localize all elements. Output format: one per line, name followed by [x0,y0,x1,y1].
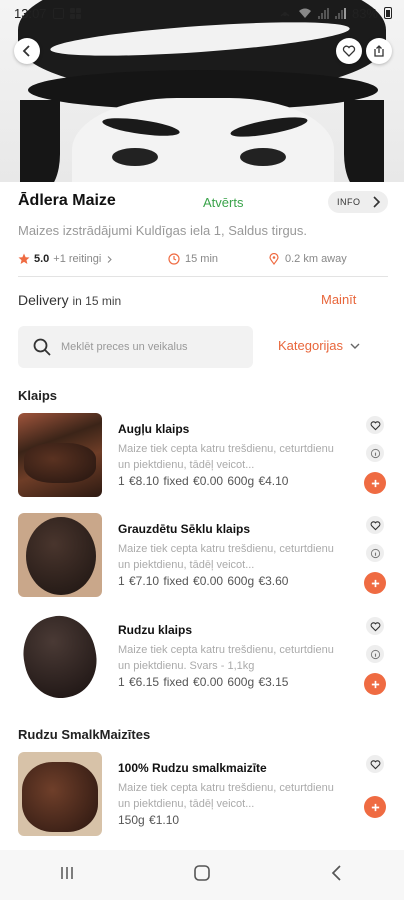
search-icon [33,338,51,356]
product-card[interactable]: 100% Rudzu smalkmaizīte Maize tiek cepta… [18,752,388,838]
store-description: Maizes izstrādājumi Kuldīgas iela 1, Sal… [18,223,308,238]
favorite-store-button[interactable] [336,38,362,64]
product-price: 1 €6.15 fixed €0.00 600g €3.15 [118,675,289,689]
product-description: Maize tiek cepta katru trešdienu, ceturt… [118,443,334,471]
plus-icon [371,479,379,487]
signal-icon [317,7,329,19]
section-title: Rudzu SmalkMaizītes [18,727,151,742]
product-name: Grauzdētu Sēklu klaips [118,522,251,536]
info-icon [370,649,380,659]
wifi-icon [298,8,311,18]
section-title: Klaips [18,388,58,403]
favorite-button[interactable] [366,516,384,534]
product-image [18,614,102,698]
product-card[interactable]: Rudzu klaips Maize tiek cepta katru treš… [18,614,388,700]
store-name: Ādlera Maize [18,192,116,209]
delivery-info: Delivery in 15 min [18,292,121,308]
divider [18,276,388,277]
categories-label: Kategorijas [278,338,344,353]
chevron-left-icon [22,45,30,57]
ratings-count: +1 reitingi [53,253,102,265]
battery-icon [384,7,392,19]
favorite-button[interactable] [366,416,384,434]
open-status: Atvērts [203,195,244,210]
product-image [18,752,102,836]
heart-icon [342,45,356,57]
delivery-eta: in 15 min [72,294,122,308]
back-nav-button[interactable] [327,863,347,888]
add-to-cart-button[interactable] [364,572,386,594]
product-description: Maize tiek cepta katru trešdienu, ceturt… [118,644,334,672]
info-button-label: INFO [337,197,361,207]
clock-time: 13:07 [14,5,47,21]
status-bar: 13:07 83% [0,0,404,26]
store-meta: 5.0 +1 reitingi 15 min 0.2 km away [18,253,388,265]
categories-dropdown[interactable]: Kategorijas [278,338,361,353]
product-price: 1 €7.10 fixed €0.00 600g €3.60 [118,574,289,588]
info-button[interactable] [366,444,384,462]
back-icon [331,864,341,881]
search-input[interactable]: Meklēt preces un veikalus [18,326,253,368]
recent-apps-button[interactable] [57,863,77,888]
rating-link[interactable]: 5.0 +1 reitingi [18,253,168,265]
star-icon [18,253,30,264]
delivery-label: Delivery [18,292,69,308]
photo-notification-icon [52,7,64,19]
heart-icon [370,759,380,769]
info-button[interactable] [366,544,384,562]
product-card[interactable]: Augļu klaips Maize tiek cepta katru treš… [18,413,388,499]
heart-icon [370,621,380,631]
product-image [18,413,102,497]
plus-icon [371,680,379,688]
chevron-down-icon [350,343,360,349]
chevron-right-icon [373,196,381,208]
chevron-right-icon [107,255,113,263]
change-delivery-link[interactable]: Mainīt [321,292,356,307]
store-hero-image [0,0,404,182]
info-icon [370,448,380,458]
system-nav-bar [0,850,404,900]
share-icon [374,45,384,57]
plus-icon [371,579,379,587]
product-image [18,513,102,597]
product-price: 1 €8.10 fixed €0.00 600g €4.10 [118,474,289,488]
hotspot-icon [280,12,290,17]
heart-icon [370,420,380,430]
recent-apps-icon [61,866,74,879]
product-description: Maize tiek cepta katru trešdienu, ceturt… [118,782,334,810]
info-icon [370,548,380,558]
product-description: Maize tiek cepta katru trešdienu, ceturt… [118,543,334,571]
add-to-cart-button[interactable] [364,796,386,818]
add-to-cart-button[interactable] [364,472,386,494]
search-placeholder: Meklēt preces un veikalus [61,341,188,353]
info-button[interactable] [366,645,384,663]
delivery-time: 15 min [185,253,219,265]
distance: 0.2 km away [285,253,347,265]
signal-2-icon [334,7,346,19]
home-icon [194,864,210,881]
location-pin-icon [269,253,279,265]
favorite-button[interactable] [366,617,384,635]
back-button[interactable] [14,38,40,64]
home-button[interactable] [192,863,212,888]
info-button[interactable]: INFO [328,191,388,213]
favorite-button[interactable] [366,755,384,773]
product-name: Augļu klaips [118,422,190,436]
plus-icon [371,803,379,811]
product-name: 100% Rudzu smalkmaizīte [118,761,267,775]
rating-value: 5.0 [34,253,50,265]
product-card[interactable]: Grauzdētu Sēklu klaips Maize tiek cepta … [18,513,388,599]
heart-icon [370,520,380,530]
product-price: 150g €1.10 [118,813,180,827]
apps-notification-icon [69,7,81,19]
share-button[interactable] [366,38,392,64]
add-to-cart-button[interactable] [364,673,386,695]
battery-percent: 83% [351,5,378,21]
product-name: Rudzu klaips [118,623,193,637]
clock-icon [168,253,180,265]
